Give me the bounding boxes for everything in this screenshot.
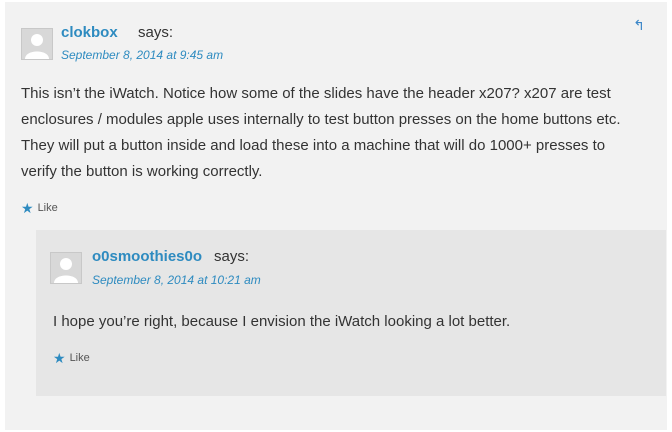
comment-date-link[interactable]: September 8, 2014 at 9:45 am xyxy=(61,48,223,62)
reply-date-link[interactable]: September 8, 2014 at 10:21 am xyxy=(92,273,261,287)
default-avatar-icon xyxy=(51,253,81,283)
comment-body: This isn’t the iWatch. Notice how some o… xyxy=(21,85,621,180)
default-avatar-icon xyxy=(22,29,52,59)
like-label: Like xyxy=(37,202,58,214)
reply-says-label: says: xyxy=(214,248,250,265)
reply-author-link[interactable]: o0smoothies0o xyxy=(92,248,202,265)
like-button[interactable]: ★ Like xyxy=(21,201,58,215)
reply-comment-card: o0smoothies0o says: September 8, 2014 at… xyxy=(36,230,666,396)
reply-like-button[interactable]: ★ Like xyxy=(53,351,90,365)
reply-body: I hope you’re right, because I envision … xyxy=(53,313,511,330)
reply-like-label: Like xyxy=(69,352,90,364)
says-label: says: xyxy=(138,24,174,41)
avatar[interactable] xyxy=(21,28,53,60)
comment-author-link[interactable]: clokbox xyxy=(61,24,118,41)
star-icon: ★ xyxy=(53,350,66,366)
reply-avatar[interactable] xyxy=(50,252,82,284)
star-icon: ★ xyxy=(21,200,34,216)
reply-arrow-icon[interactable]: ↰ xyxy=(633,17,645,34)
